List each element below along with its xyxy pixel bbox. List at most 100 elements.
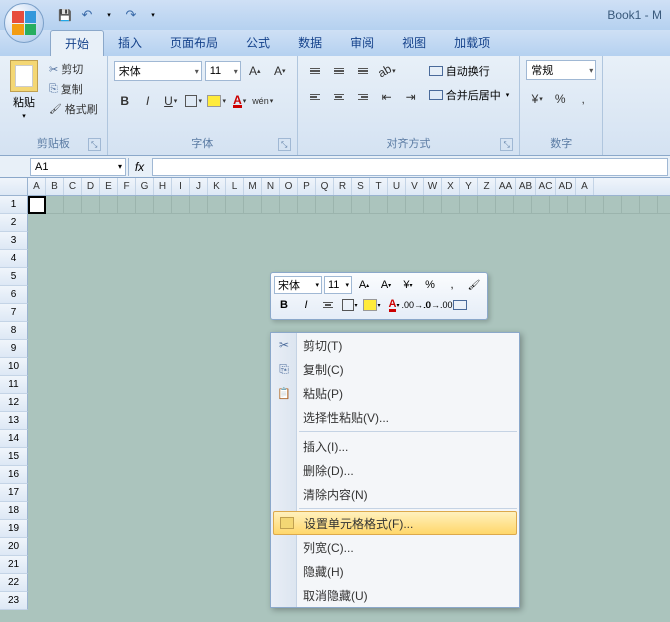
- ctx-format-cells[interactable]: 设置单元格格式(F)...: [273, 511, 517, 535]
- col-header[interactable]: K: [208, 178, 226, 195]
- mini-format-painter[interactable]: [464, 276, 484, 294]
- col-header[interactable]: I: [172, 178, 190, 195]
- row-header[interactable]: 1: [0, 196, 28, 214]
- mini-shrink-font[interactable]: A▾: [376, 276, 396, 294]
- col-header[interactable]: S: [352, 178, 370, 195]
- cells-area[interactable]: [28, 214, 670, 232]
- row-header[interactable]: 12: [0, 394, 28, 412]
- row-header[interactable]: 19: [0, 520, 28, 538]
- ctx-paste-special[interactable]: 选择性粘贴(V)...: [271, 405, 519, 429]
- col-header[interactable]: V: [406, 178, 424, 195]
- tab-addins[interactable]: 加载项: [440, 30, 504, 56]
- align-center-button[interactable]: [328, 86, 350, 108]
- save-icon[interactable]: [56, 6, 74, 24]
- col-header[interactable]: AC: [536, 178, 556, 195]
- mini-inc-decimal[interactable]: .0→.00: [428, 296, 448, 314]
- italic-button[interactable]: I: [137, 90, 159, 112]
- col-header[interactable]: X: [442, 178, 460, 195]
- font-family-dropdown[interactable]: 宋体: [114, 61, 202, 81]
- orientation-button[interactable]: ab: [376, 60, 398, 82]
- number-format-dropdown[interactable]: 常规: [526, 60, 596, 80]
- row-header[interactable]: 4: [0, 250, 28, 268]
- row-header[interactable]: 21: [0, 556, 28, 574]
- copy-button[interactable]: 复制: [46, 80, 101, 98]
- cells-area[interactable]: [28, 196, 670, 214]
- ctx-insert[interactable]: 插入(I)...: [271, 434, 519, 458]
- row-header[interactable]: 14: [0, 430, 28, 448]
- col-header[interactable]: Z: [478, 178, 496, 195]
- accounting-button[interactable]: ¥: [526, 88, 548, 110]
- col-header[interactable]: E: [100, 178, 118, 195]
- tab-formulas[interactable]: 公式: [232, 30, 284, 56]
- align-launcher[interactable]: ⤡: [500, 138, 513, 151]
- row-header[interactable]: 20: [0, 538, 28, 556]
- align-top-button[interactable]: [304, 60, 326, 82]
- col-header[interactable]: W: [424, 178, 442, 195]
- ctx-copy[interactable]: 复制(C): [271, 357, 519, 381]
- indent-decrease-button[interactable]: ⇤: [376, 86, 398, 108]
- mini-align-center[interactable]: [318, 296, 338, 314]
- tab-page-layout[interactable]: 页面布局: [156, 30, 232, 56]
- merge-center-button[interactable]: 合并后居中▾: [425, 84, 514, 106]
- font-color-button[interactable]: A: [229, 90, 251, 112]
- row-header[interactable]: 9: [0, 340, 28, 358]
- col-header[interactable]: A: [576, 178, 594, 195]
- mini-percent[interactable]: %: [420, 276, 440, 294]
- tab-data[interactable]: 数据: [284, 30, 336, 56]
- mini-comma[interactable]: ,: [442, 276, 462, 294]
- cut-button[interactable]: 剪切: [46, 60, 101, 78]
- row-header[interactable]: 22: [0, 574, 28, 592]
- align-bottom-button[interactable]: [352, 60, 374, 82]
- col-header[interactable]: F: [118, 178, 136, 195]
- align-right-button[interactable]: [352, 86, 374, 108]
- mini-font-dropdown[interactable]: 宋体: [274, 276, 322, 294]
- ctx-paste[interactable]: 粘贴(P): [271, 381, 519, 405]
- formula-input[interactable]: [152, 158, 668, 176]
- format-painter-button[interactable]: 格式刷: [46, 100, 101, 118]
- col-header[interactable]: U: [388, 178, 406, 195]
- col-header[interactable]: O: [280, 178, 298, 195]
- row-header[interactable]: 23: [0, 592, 28, 610]
- row-header[interactable]: 6: [0, 286, 28, 304]
- ctx-cut[interactable]: 剪切(T): [271, 333, 519, 357]
- indent-increase-button[interactable]: ⇥: [400, 86, 422, 108]
- cells-area[interactable]: [28, 232, 670, 250]
- row-header[interactable]: 8: [0, 322, 28, 340]
- row-header[interactable]: 18: [0, 502, 28, 520]
- mini-fill[interactable]: ▾: [362, 296, 382, 314]
- tab-view[interactable]: 视图: [388, 30, 440, 56]
- col-header[interactable]: R: [334, 178, 352, 195]
- qat-customize[interactable]: ▾: [144, 6, 162, 24]
- tab-insert[interactable]: 插入: [104, 30, 156, 56]
- paste-button[interactable]: 粘贴 ▾: [6, 60, 42, 133]
- select-all-button[interactable]: [0, 178, 28, 195]
- selected-cell[interactable]: [28, 196, 46, 214]
- clipboard-launcher[interactable]: ⤡: [88, 138, 101, 151]
- row-header[interactable]: 17: [0, 484, 28, 502]
- bold-button[interactable]: B: [114, 90, 136, 112]
- col-header[interactable]: Q: [316, 178, 334, 195]
- percent-button[interactable]: %: [549, 88, 571, 110]
- fx-button[interactable]: fx: [128, 158, 150, 176]
- undo-dropdown[interactable]: ▾: [100, 6, 118, 24]
- underline-button[interactable]: U: [160, 90, 182, 112]
- col-header[interactable]: Y: [460, 178, 478, 195]
- col-header[interactable]: M: [244, 178, 262, 195]
- mini-size-dropdown[interactable]: 11: [324, 276, 352, 294]
- row-header[interactable]: 10: [0, 358, 28, 376]
- col-header[interactable]: G: [136, 178, 154, 195]
- ctx-delete[interactable]: 删除(D)...: [271, 458, 519, 482]
- col-header[interactable]: L: [226, 178, 244, 195]
- ctx-unhide[interactable]: 取消隐藏(U): [271, 583, 519, 607]
- fill-color-button[interactable]: [206, 90, 228, 112]
- border-button[interactable]: [183, 90, 205, 112]
- comma-button[interactable]: ,: [572, 88, 594, 110]
- grow-font-button[interactable]: A▴: [244, 60, 266, 82]
- row-header[interactable]: 7: [0, 304, 28, 322]
- font-launcher[interactable]: ⤡: [278, 138, 291, 151]
- row-header[interactable]: 5: [0, 268, 28, 286]
- col-header[interactable]: D: [82, 178, 100, 195]
- row-header[interactable]: 3: [0, 232, 28, 250]
- tab-home[interactable]: 开始: [50, 30, 104, 56]
- redo-icon[interactable]: [122, 6, 140, 24]
